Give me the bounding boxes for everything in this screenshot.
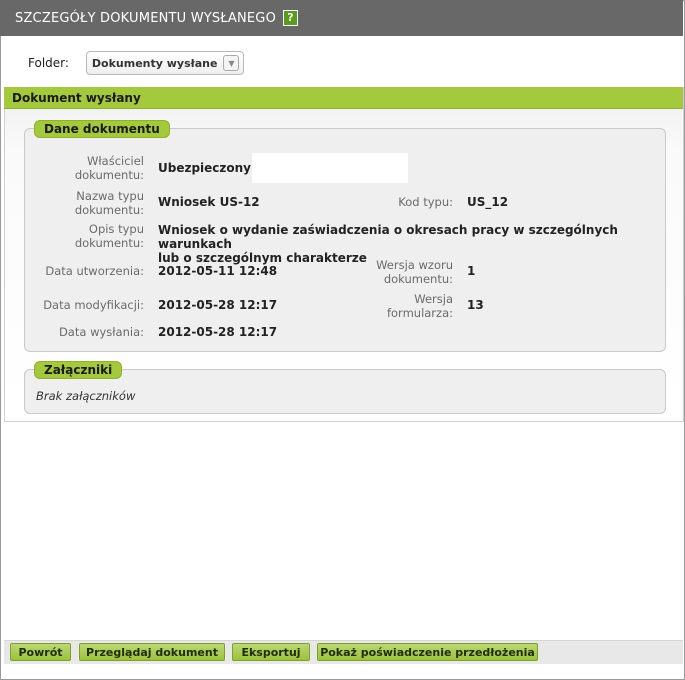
view-document-button[interactable]: Przeglądaj dokument [79, 643, 225, 661]
show-certificate-button[interactable]: Pokaż poświadczenie przedłożenia [317, 643, 538, 661]
folder-select[interactable]: Dokumenty wysłane ▼ [85, 51, 245, 75]
folder-label: Folder: [28, 56, 69, 70]
document-panel-header: Dokument wysłany [4, 87, 683, 109]
window-title: SZCZEGÓŁY DOKUMENTU WYSŁANEGO [15, 10, 277, 26]
document-panel-title: Dokument wysłany [12, 90, 141, 105]
owner-label: Właściciel dokumentu: [40, 154, 144, 182]
sent-value: 2012-05-28 12:17 [158, 325, 278, 339]
template-version-value: 1 [467, 264, 476, 278]
form-version-label-line2: formularza: [386, 306, 453, 320]
attachments-empty-text: Brak załączników [36, 389, 136, 403]
chevron-down-icon[interactable]: ▼ [223, 55, 240, 71]
folder-row: Folder: Dokumenty wysłane ▼ [28, 50, 245, 76]
type-name-value: Wniosek US-12 [158, 195, 260, 209]
export-button[interactable]: Eksportuj [232, 643, 310, 661]
type-desc-value-line1: Wniosek o wydanie zaświadczenia o okresa… [158, 223, 618, 251]
type-desc-label: Opis typu dokumentu: [40, 222, 144, 250]
template-version-label-line2: dokumentu: [383, 272, 453, 286]
type-code-label: Kod typu: [398, 195, 453, 209]
document-data-legend: Dane dokumentu [34, 120, 170, 138]
window-titlebar: SZCZEGÓŁY DOKUMENTU WYSŁANEGO ? [0, 0, 683, 36]
created-value: 2012-05-11 12:48 [158, 264, 278, 278]
sent-label: Data wysłania: [58, 325, 144, 339]
type-name-label-line2: dokumentu: [74, 203, 144, 217]
folder-selected-value: Dokumenty wysłane [91, 56, 218, 70]
type-desc-label-line2: dokumentu: [74, 236, 144, 250]
bottom-strip [4, 664, 683, 678]
form-version-label: Wersja formularza: [340, 292, 453, 320]
form-version-value: 13 [467, 298, 484, 312]
back-button[interactable]: Powrót [10, 643, 71, 661]
owner-label-line2: dokumentu: [74, 168, 144, 182]
template-version-label-line1: Wersja wzoru [376, 258, 453, 272]
created-label: Data utworzenia: [45, 264, 144, 278]
type-name-label-line1: Nazwa typu [76, 189, 144, 203]
form-version-label-line1: Wersja [414, 292, 453, 306]
type-name-label: Nazwa typu dokumentu: [40, 189, 144, 217]
type-desc-label-line1: Opis typu [88, 222, 144, 236]
type-code-value: US_12 [467, 195, 509, 209]
help-icon[interactable]: ? [283, 10, 299, 26]
owner-redacted [252, 153, 408, 183]
owner-value: Ubezpieczony - [158, 161, 261, 175]
modified-label: Data modyfikacji: [43, 298, 144, 312]
modified-value: 2012-05-28 12:17 [158, 298, 278, 312]
owner-label-line1: Właściciel [87, 154, 144, 168]
template-version-label: Wersja wzoru dokumentu: [340, 258, 453, 286]
attachments-legend: Załączniki [34, 361, 123, 379]
